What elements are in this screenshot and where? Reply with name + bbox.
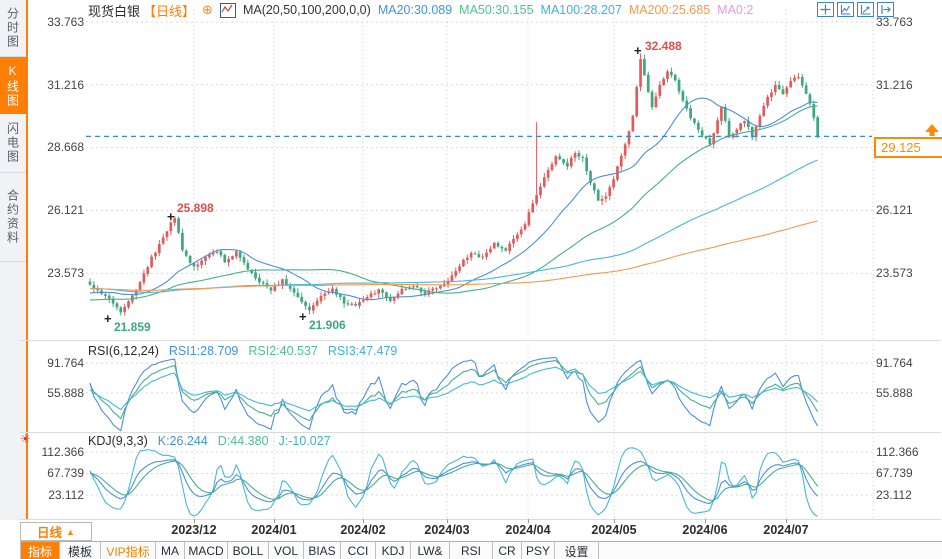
rsi-tick-right: 91.764 (876, 356, 913, 370)
price-tick-right: 33.763 (876, 15, 913, 29)
timeframe-arrow-icon: ▲ (66, 526, 75, 537)
rsi-tick-right: 55.888 (876, 386, 913, 400)
toolbar-item-lw[interactable]: LW& (411, 542, 450, 559)
price-tick-left: 26.121 (47, 203, 84, 217)
x-axis-label: 2024/05 (591, 523, 637, 537)
toolbar-item-settings[interactable]: 设置 (555, 542, 599, 559)
x-axis-label: 2024/04 (505, 523, 551, 537)
rsi-tick-left: 55.888 (47, 386, 84, 400)
x-axis-label: 2024/02 (340, 523, 386, 537)
dec-high-cross-marker: + (167, 209, 175, 224)
x-axis-label: 2024/01 (251, 523, 297, 537)
high-cross-marker: + (634, 43, 642, 58)
toolbar-item-ma[interactable]: MA (156, 542, 185, 559)
divider (20, 340, 941, 341)
toolbar-item-vip-indicator[interactable]: VIP指标 (101, 542, 156, 559)
kdj-tick-right: 67.739 (876, 466, 913, 480)
toolbar-item-boll[interactable]: BOLL (228, 542, 269, 559)
price-tick-left: 28.668 (47, 140, 84, 154)
timeframe-dropdown[interactable]: 日线 ▲ (20, 522, 92, 541)
kdj-tick-right: 112.366 (876, 445, 919, 459)
price-tick-right: 31.216 (876, 78, 913, 92)
trading-app-window: 分时图 K线图 闪电图 合约资料 现货白银 【日线】 ⊕ MA(20,50,10… (0, 0, 942, 559)
toolbar-item-template[interactable]: 模板 (60, 542, 101, 559)
kdj-tick-left: 67.739 (47, 466, 84, 480)
price-tick-left: 23.573 (47, 266, 84, 280)
dec-high-annotation: 25.898 (177, 201, 214, 215)
toolbar-item-rsi[interactable]: RSI (450, 542, 493, 559)
toolbar-item-macd[interactable]: MACD (185, 542, 228, 559)
x-axis-label: 2024/07 (763, 523, 809, 537)
toolbar-item-bias[interactable]: BIAS (304, 542, 341, 559)
sidebar-tab-kline-chart[interactable]: K线图 (0, 57, 26, 114)
feb-low-annotation: 21.906 (309, 318, 346, 332)
feb-low-cross-marker: + (299, 309, 307, 324)
sidebar-tab-contract-info[interactable]: 合约资料 (0, 173, 26, 262)
indicator-toolbar: 指标 模板 VIP指标 MA MACD BOLL VOL BIAS CCI KD… (20, 541, 942, 559)
kline-chart-canvas[interactable] (86, 10, 874, 341)
price-tick-right: 26.121 (876, 203, 913, 217)
sun-indicator-icon[interactable]: ☀ (20, 432, 31, 446)
kdj-tick-left: 23.112 (48, 488, 84, 502)
toolbar-item-cci[interactable]: CCI (341, 542, 376, 559)
nov-low-annotation: 21.859 (114, 320, 151, 334)
x-axis-label: 2024/06 (682, 523, 728, 537)
divider (20, 519, 941, 520)
toolbar-item-cr[interactable]: CR (493, 542, 522, 559)
toolbar-item-kdj[interactable]: KDJ (376, 542, 411, 559)
high-annotation: 32.488 (645, 39, 682, 53)
kdj-chart-canvas[interactable] (86, 433, 874, 519)
toolbar-item-vol[interactable]: VOL (269, 542, 304, 559)
nov-low-cross-marker: + (104, 311, 112, 326)
current-price-box: 29.125 (874, 137, 942, 158)
price-tick-right: 23.573 (876, 266, 913, 280)
timeframe-label: 日线 (37, 526, 63, 540)
rsi-tick-left: 91.764 (47, 356, 84, 370)
x-axis-label: 2023/12 (171, 523, 217, 537)
rsi-chart-canvas[interactable] (86, 345, 874, 433)
toolbar-item-indicator[interactable]: 指标 (21, 542, 60, 559)
kdj-tick-right: 23.112 (876, 488, 912, 502)
x-axis-label: 2024/03 (424, 523, 470, 537)
price-tick-left: 33.763 (47, 15, 84, 29)
toolbar-item-psy[interactable]: PSY (522, 542, 555, 559)
latest-price-arrow-icon[interactable] (924, 124, 940, 137)
kdj-tick-left: 112.366 (41, 445, 85, 459)
price-tick-left: 31.216 (47, 78, 84, 92)
sidebar-tab-time-chart[interactable]: 分时图 (0, 0, 26, 57)
sidebar-tab-flash-chart[interactable]: 闪电图 (0, 114, 26, 173)
